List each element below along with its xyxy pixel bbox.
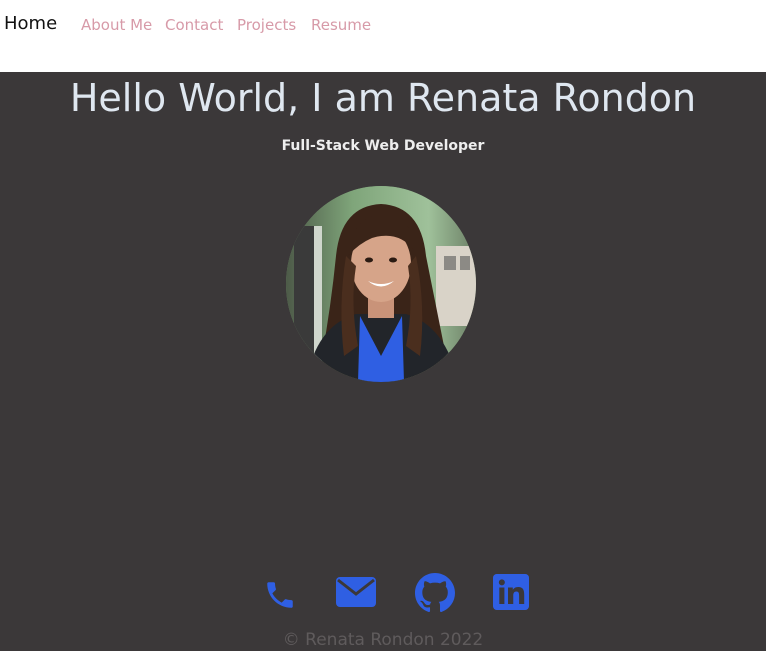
- nav-home-link[interactable]: Home: [4, 13, 57, 34]
- phone-icon[interactable]: [263, 578, 297, 612]
- hero-subtitle: Full-Stack Web Developer: [281, 138, 485, 154]
- linkedin-icon[interactable]: [493, 574, 529, 610]
- nav-link-projects[interactable]: Projects: [237, 16, 296, 34]
- navbar: Home About Me Contact Projects Resume: [0, 0, 766, 72]
- github-icon[interactable]: [415, 573, 455, 613]
- hero-title: Hello World, I am Renata Rondon: [69, 76, 697, 120]
- nav-link-resume[interactable]: Resume: [311, 16, 371, 34]
- envelope-icon[interactable]: [335, 576, 377, 608]
- profile-photo: [286, 186, 476, 382]
- footer-copyright: © Renata Rondon 2022: [282, 630, 484, 650]
- nav-link-about-me[interactable]: About Me: [81, 16, 152, 34]
- nav-link-contact[interactable]: Contact: [165, 16, 223, 34]
